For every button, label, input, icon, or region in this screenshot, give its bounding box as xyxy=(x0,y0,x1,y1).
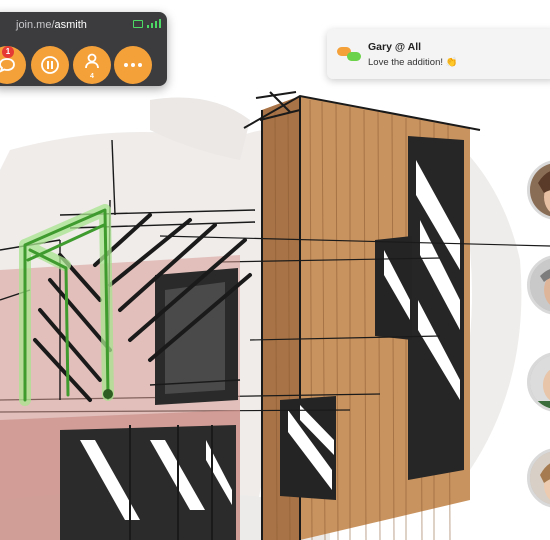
group-chat-icon xyxy=(337,47,361,61)
person-icon xyxy=(85,53,99,69)
chat-icon xyxy=(0,58,15,73)
participants-button[interactable]: 4 xyxy=(73,46,111,84)
notification-message: Love the addition! 👏 xyxy=(368,57,458,68)
screen-share-icon xyxy=(133,20,143,28)
signal-icon xyxy=(147,25,149,28)
more-icon xyxy=(124,63,142,67)
whiteboard-stage: join.me/asmith 1 4 Gary @ All Love the a… xyxy=(0,0,550,540)
pause-button[interactable] xyxy=(31,46,69,84)
meeting-url-prefix: join.me/ xyxy=(16,19,55,31)
chat-unread-badge: 1 xyxy=(2,46,14,58)
more-button[interactable] xyxy=(114,46,152,84)
connection-status xyxy=(133,19,161,28)
notification-sender: Gary @ All xyxy=(368,41,422,53)
meeting-toolbar: join.me/asmith 1 4 xyxy=(0,12,167,86)
pause-icon xyxy=(41,56,59,74)
meeting-url-user: asmith xyxy=(54,19,87,31)
meeting-url[interactable]: join.me/asmith xyxy=(16,19,87,31)
chat-notification[interactable]: Gary @ All Love the addition! 👏 xyxy=(327,29,550,79)
participant-count: 4 xyxy=(90,73,94,80)
